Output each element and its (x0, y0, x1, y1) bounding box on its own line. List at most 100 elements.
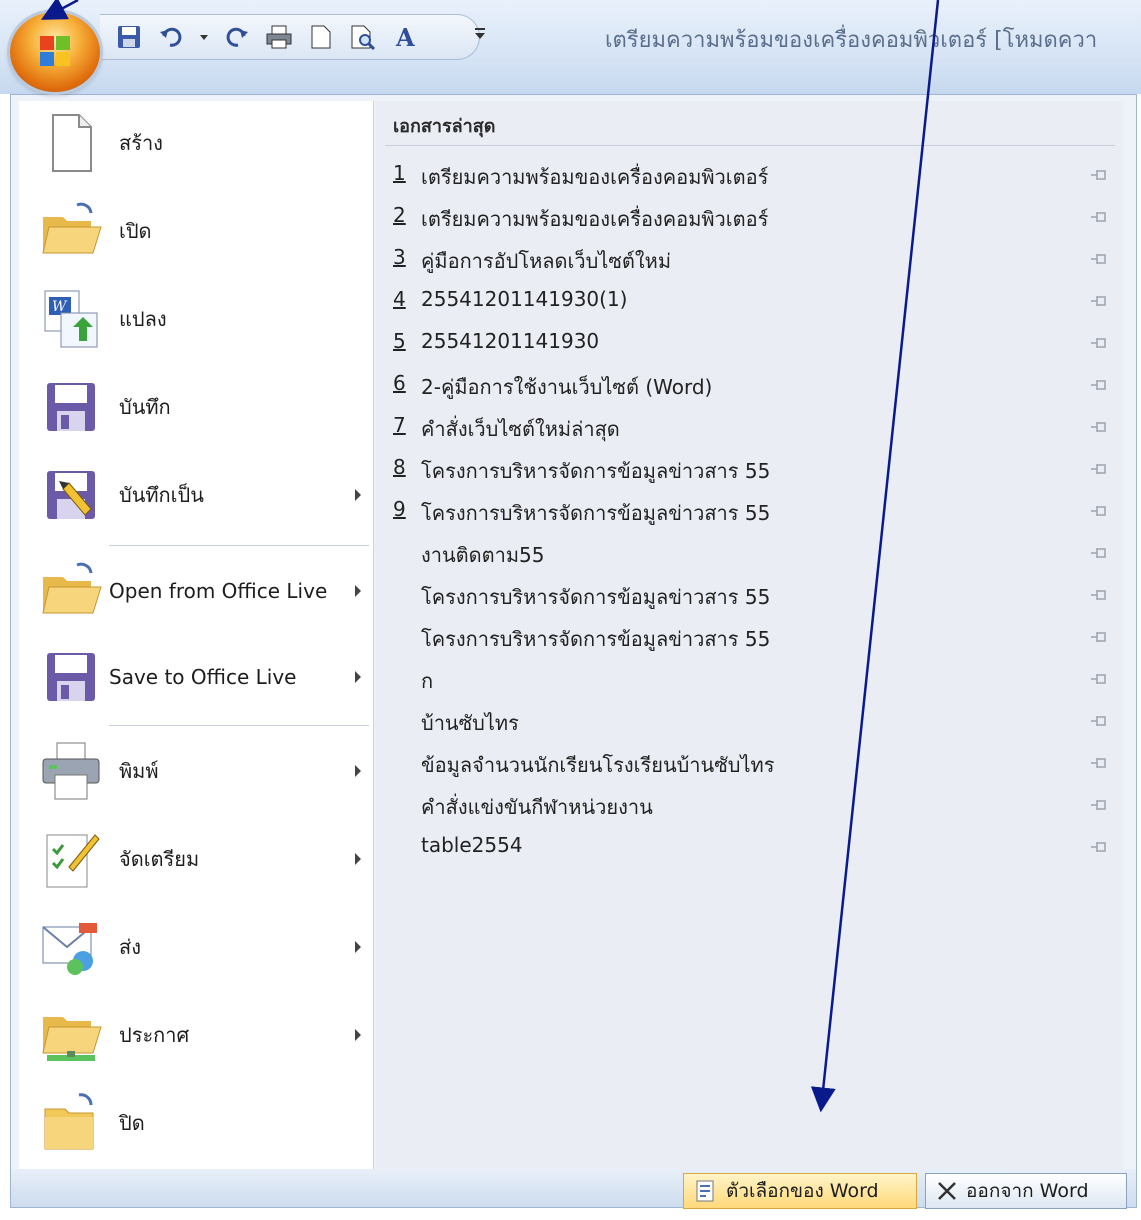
recent-item-number: 8 (393, 455, 406, 479)
office-logo-icon (40, 36, 70, 66)
recent-item-title: โครงการบริหารจัดการข้อมูลข่าวสาร 55 (421, 501, 771, 525)
pin-icon[interactable] (1089, 377, 1109, 393)
menu-item-save[interactable]: บันทึก (19, 367, 373, 447)
open-folder-icon (42, 202, 102, 254)
menu-item-label: สร้าง (119, 131, 163, 155)
customize-icon[interactable] (472, 24, 488, 44)
menu-item-label: แปลง (119, 307, 167, 331)
recent-item-number: 6 (393, 371, 406, 395)
recent-document-item[interactable]: 9 โครงการบริหารจัดการข้อมูลข่าวสาร 55 (375, 497, 1123, 539)
send-icon (42, 923, 97, 975)
pin-icon[interactable] (1089, 797, 1109, 813)
save-icon[interactable] (114, 22, 144, 52)
dropdown-icon[interactable] (198, 22, 210, 52)
font-icon[interactable]: A (390, 22, 420, 52)
recent-document-item[interactable]: โครงการบริหารจัดการข้อมูลข่าวสาร 55 (375, 623, 1123, 665)
heading-divider (385, 145, 1115, 146)
menu-item-label: บันทึก (119, 395, 171, 419)
pin-icon[interactable] (1089, 419, 1109, 435)
recent-item-title: เตรียมความพร้อมของเครื่องคอมพิวเตอร์ (421, 165, 769, 189)
recent-document-item[interactable]: คำสั่งแข่งขันกีฬาหน่วยงาน (375, 791, 1123, 833)
submenu-arrow-icon (355, 671, 361, 683)
recent-document-item[interactable]: ก (375, 665, 1123, 707)
recent-document-item[interactable]: บ้านซับไทร (375, 707, 1123, 749)
menu-item-label: บันทึกเป็น (119, 483, 204, 507)
menu-separator (109, 545, 369, 546)
word-options-button[interactable]: ตัวเลือกของ Word (683, 1173, 917, 1209)
menu-item-prepare[interactable]: จัดเตรียม (19, 819, 373, 899)
recent-document-item[interactable]: ข้อมูลจำนวนนักเรียนโรงเรียนบ้านซับไทร (375, 749, 1123, 791)
pin-icon[interactable] (1089, 461, 1109, 477)
recent-document-item[interactable]: งานติดตาม55 (375, 539, 1123, 581)
submenu-arrow-icon (355, 585, 361, 597)
menu-item-convert[interactable]: W แปลง (19, 279, 373, 359)
pin-icon[interactable] (1089, 713, 1109, 729)
menu-item-save-office-live[interactable]: Save to Office Live (19, 637, 373, 717)
exit-word-button[interactable]: ออกจาก Word (925, 1173, 1127, 1209)
pin-icon[interactable] (1089, 839, 1109, 855)
menu-item-new[interactable]: สร้าง (19, 103, 373, 183)
recent-item-number: 4 (393, 287, 406, 311)
undo-icon[interactable] (156, 22, 186, 52)
menu-item-send[interactable]: ส่ง (19, 907, 373, 987)
recent-document-item[interactable]: 4 25541201141930(1) (375, 287, 1123, 329)
recent-item-title: 25541201141930 (421, 329, 600, 353)
recent-document-item[interactable]: table2554 (375, 833, 1123, 875)
recent-item-number: 7 (393, 413, 406, 437)
menu-separator (109, 725, 369, 726)
recent-document-item[interactable]: 8 โครงการบริหารจัดการข้อมูลข่าวสาร 55 (375, 455, 1123, 497)
pin-icon[interactable] (1089, 293, 1109, 309)
menu-item-publish[interactable]: ประกาศ (19, 995, 373, 1075)
print-preview-icon[interactable] (348, 22, 378, 52)
menu-item-save-as[interactable]: บันทึกเป็น (19, 455, 373, 535)
recent-document-item[interactable]: 3 คู่มือการอัปโหลดเว็บไซต์ใหม่ (375, 245, 1123, 287)
prepare-icon (46, 834, 100, 888)
recent-item-number: 2 (393, 203, 406, 227)
pin-icon[interactable] (1089, 251, 1109, 267)
pin-icon[interactable] (1089, 755, 1109, 771)
recent-document-item[interactable]: 7 คำสั่งเว็บไซต์ใหม่ล่าสุด (375, 413, 1123, 455)
recent-document-item[interactable]: 5 25541201141930 (375, 329, 1123, 371)
menu-item-label: ปิด (119, 1111, 145, 1135)
recent-item-title: โครงการบริหารจัดการข้อมูลข่าวสาร 55 (421, 627, 771, 651)
word-options-label: ตัวเลือกของ Word (726, 1180, 879, 1202)
save-icon (47, 653, 95, 701)
pin-icon[interactable] (1089, 503, 1109, 519)
quick-access-toolbar: A (100, 14, 480, 60)
recent-document-item[interactable]: 2 เตรียมความพร้อมของเครื่องคอมพิวเตอร์ (375, 203, 1123, 245)
pin-icon[interactable] (1089, 167, 1109, 183)
office-menu: สร้าง เปิด W แปลง บันทึก บันทึกเป็น Open… (10, 94, 1137, 1209)
menu-item-open-office-live[interactable]: Open from Office Live (19, 551, 373, 631)
recent-item-title: งานติดตาม55 (421, 543, 545, 567)
submenu-arrow-icon (355, 489, 361, 501)
pin-icon[interactable] (1089, 209, 1109, 225)
pin-icon[interactable] (1089, 671, 1109, 687)
new-document-icon[interactable] (306, 22, 336, 52)
print-icon[interactable] (264, 22, 294, 52)
pin-icon[interactable] (1089, 587, 1109, 603)
menu-item-close[interactable]: ปิด (19, 1083, 373, 1163)
menu-item-print[interactable]: พิมพ์ (19, 731, 373, 811)
submenu-arrow-icon (355, 941, 361, 953)
menu-item-label: Open from Office Live (109, 579, 328, 603)
close-icon (938, 1182, 956, 1200)
new-document-icon (52, 114, 92, 172)
recent-document-item[interactable]: โครงการบริหารจัดการข้อมูลข่าวสาร 55 (375, 581, 1123, 623)
pin-icon[interactable] (1089, 335, 1109, 351)
recent-document-item[interactable]: 6 2-คู่มือการใช้งานเว็บไซต์ (Word) (375, 371, 1123, 413)
convert-icon: W (44, 290, 98, 348)
pin-icon[interactable] (1089, 629, 1109, 645)
printer-icon (42, 742, 100, 800)
menu-item-open[interactable]: เปิด (19, 191, 373, 271)
redo-icon[interactable] (222, 22, 252, 52)
menu-item-label: จัดเตรียม (119, 847, 200, 871)
close-folder-icon (44, 1093, 94, 1150)
save-as-icon (47, 471, 95, 519)
pin-icon[interactable] (1089, 545, 1109, 561)
office-button[interactable] (10, 12, 100, 92)
recent-item-title: คำสั่งแข่งขันกีฬาหน่วยงาน (421, 795, 653, 819)
recent-item-number: 9 (393, 497, 406, 521)
recent-document-item[interactable]: 1 เตรียมความพร้อมของเครื่องคอมพิวเตอร์ (375, 161, 1123, 203)
options-icon (696, 1180, 714, 1202)
recent-documents-pane: เอกสารล่าสุด 1 เตรียมความพร้อมของเครื่องค… (375, 101, 1123, 1169)
